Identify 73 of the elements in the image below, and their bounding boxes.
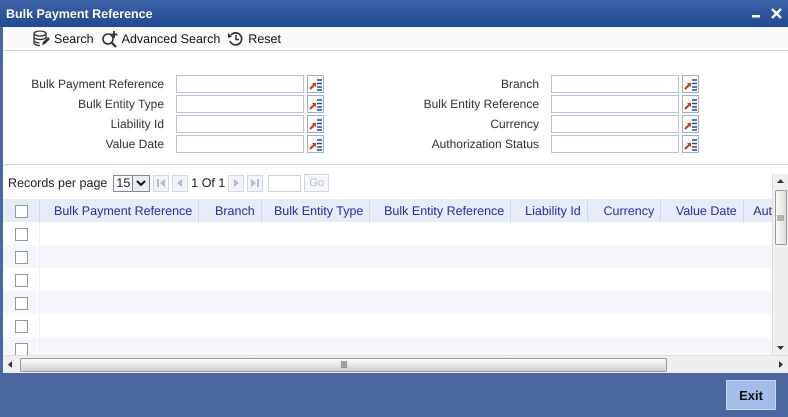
checkbox[interactable]	[14, 204, 28, 218]
list-icon	[684, 97, 698, 111]
checkbox[interactable]	[14, 250, 28, 264]
chevron-down-icon	[136, 180, 146, 186]
lookup-button[interactable]	[307, 95, 324, 113]
scrollbar-thumb[interactable]	[774, 190, 786, 245]
scroll-down-icon	[777, 346, 784, 350]
history-icon	[227, 30, 246, 48]
vertical-scrollbar[interactable]	[772, 174, 788, 355]
horizontal-scrollbar[interactable]	[3, 355, 788, 373]
column-header[interactable]: Currency	[587, 199, 661, 222]
grip-icon	[340, 361, 346, 368]
list-icon	[308, 117, 322, 131]
exit-button[interactable]: Exit	[726, 380, 776, 410]
checkbox[interactable]	[14, 296, 28, 310]
skip-back-icon	[155, 177, 168, 189]
checkbox[interactable]	[14, 320, 28, 333]
magnifier-plus-icon	[100, 30, 119, 48]
scroll-left-icon	[8, 361, 12, 368]
advanced-search-button[interactable]: Advanced Search	[100, 30, 220, 48]
column-header[interactable]: Aut	[743, 199, 772, 222]
list-icon	[308, 97, 322, 111]
field-label: Liability Id	[110, 116, 165, 133]
checkbox[interactable]	[14, 342, 28, 355]
list-icon	[684, 77, 698, 91]
column-header[interactable]: Value Date	[660, 199, 744, 222]
list-icon	[308, 137, 322, 151]
lookup-button[interactable]	[682, 95, 699, 113]
list-icon	[308, 77, 322, 91]
input-field[interactable]	[551, 75, 679, 93]
checkbox[interactable]	[14, 274, 28, 287]
grip-icon	[777, 214, 784, 220]
scrollbar-thumb[interactable]	[20, 358, 667, 372]
page-info: 1 Of 1	[191, 176, 226, 190]
input-field[interactable]	[551, 115, 679, 133]
reset-button[interactable]: Reset	[227, 30, 281, 48]
lookup-button[interactable]	[682, 75, 699, 93]
lookup-button[interactable]	[682, 135, 699, 153]
column-header[interactable]: Bulk Payment Reference	[40, 199, 199, 222]
checkbox[interactable]	[14, 228, 28, 241]
database-icon	[33, 30, 51, 48]
input-field[interactable]	[176, 115, 304, 133]
column-header[interactable]: Branch	[198, 199, 262, 222]
lookup-button[interactable]	[682, 115, 699, 133]
page-size-dropdown[interactable]: 15	[113, 174, 150, 192]
field-label: Currency	[489, 116, 540, 133]
list-icon	[684, 137, 698, 151]
input-field[interactable]	[176, 95, 304, 113]
column-header[interactable]: Bulk Entity Type	[261, 199, 370, 222]
field-label: Branch	[500, 76, 540, 93]
field-label: Value Date	[104, 136, 165, 153]
input-field[interactable]	[176, 135, 304, 153]
window-title: Bulk Payment Reference	[6, 6, 153, 20]
close-icon	[771, 8, 782, 19]
input-field[interactable]	[176, 75, 304, 93]
lookup-button[interactable]	[307, 75, 324, 93]
scroll-right-icon	[779, 361, 783, 368]
field-label: Authorization Status	[430, 136, 540, 153]
column-header[interactable]: Bulk Entity Reference	[370, 199, 511, 222]
list-icon	[684, 117, 698, 131]
lookup-button[interactable]	[307, 135, 324, 153]
search-button[interactable]: Search	[33, 30, 94, 48]
input-field[interactable]	[551, 135, 679, 153]
records-per-page-label: Records per page	[8, 176, 108, 190]
input-field[interactable]	[551, 95, 679, 113]
lookup-button[interactable]	[307, 115, 324, 133]
scroll-up-icon	[777, 179, 784, 183]
field-label: Bulk Payment Reference	[30, 76, 165, 93]
field-label: Bulk Entity Reference	[422, 96, 540, 113]
column-header[interactable]: Liability Id	[510, 199, 588, 222]
skip-forward-icon	[249, 177, 262, 189]
page-number-field[interactable]	[268, 174, 302, 192]
field-label: Bulk Entity Type	[77, 96, 165, 113]
